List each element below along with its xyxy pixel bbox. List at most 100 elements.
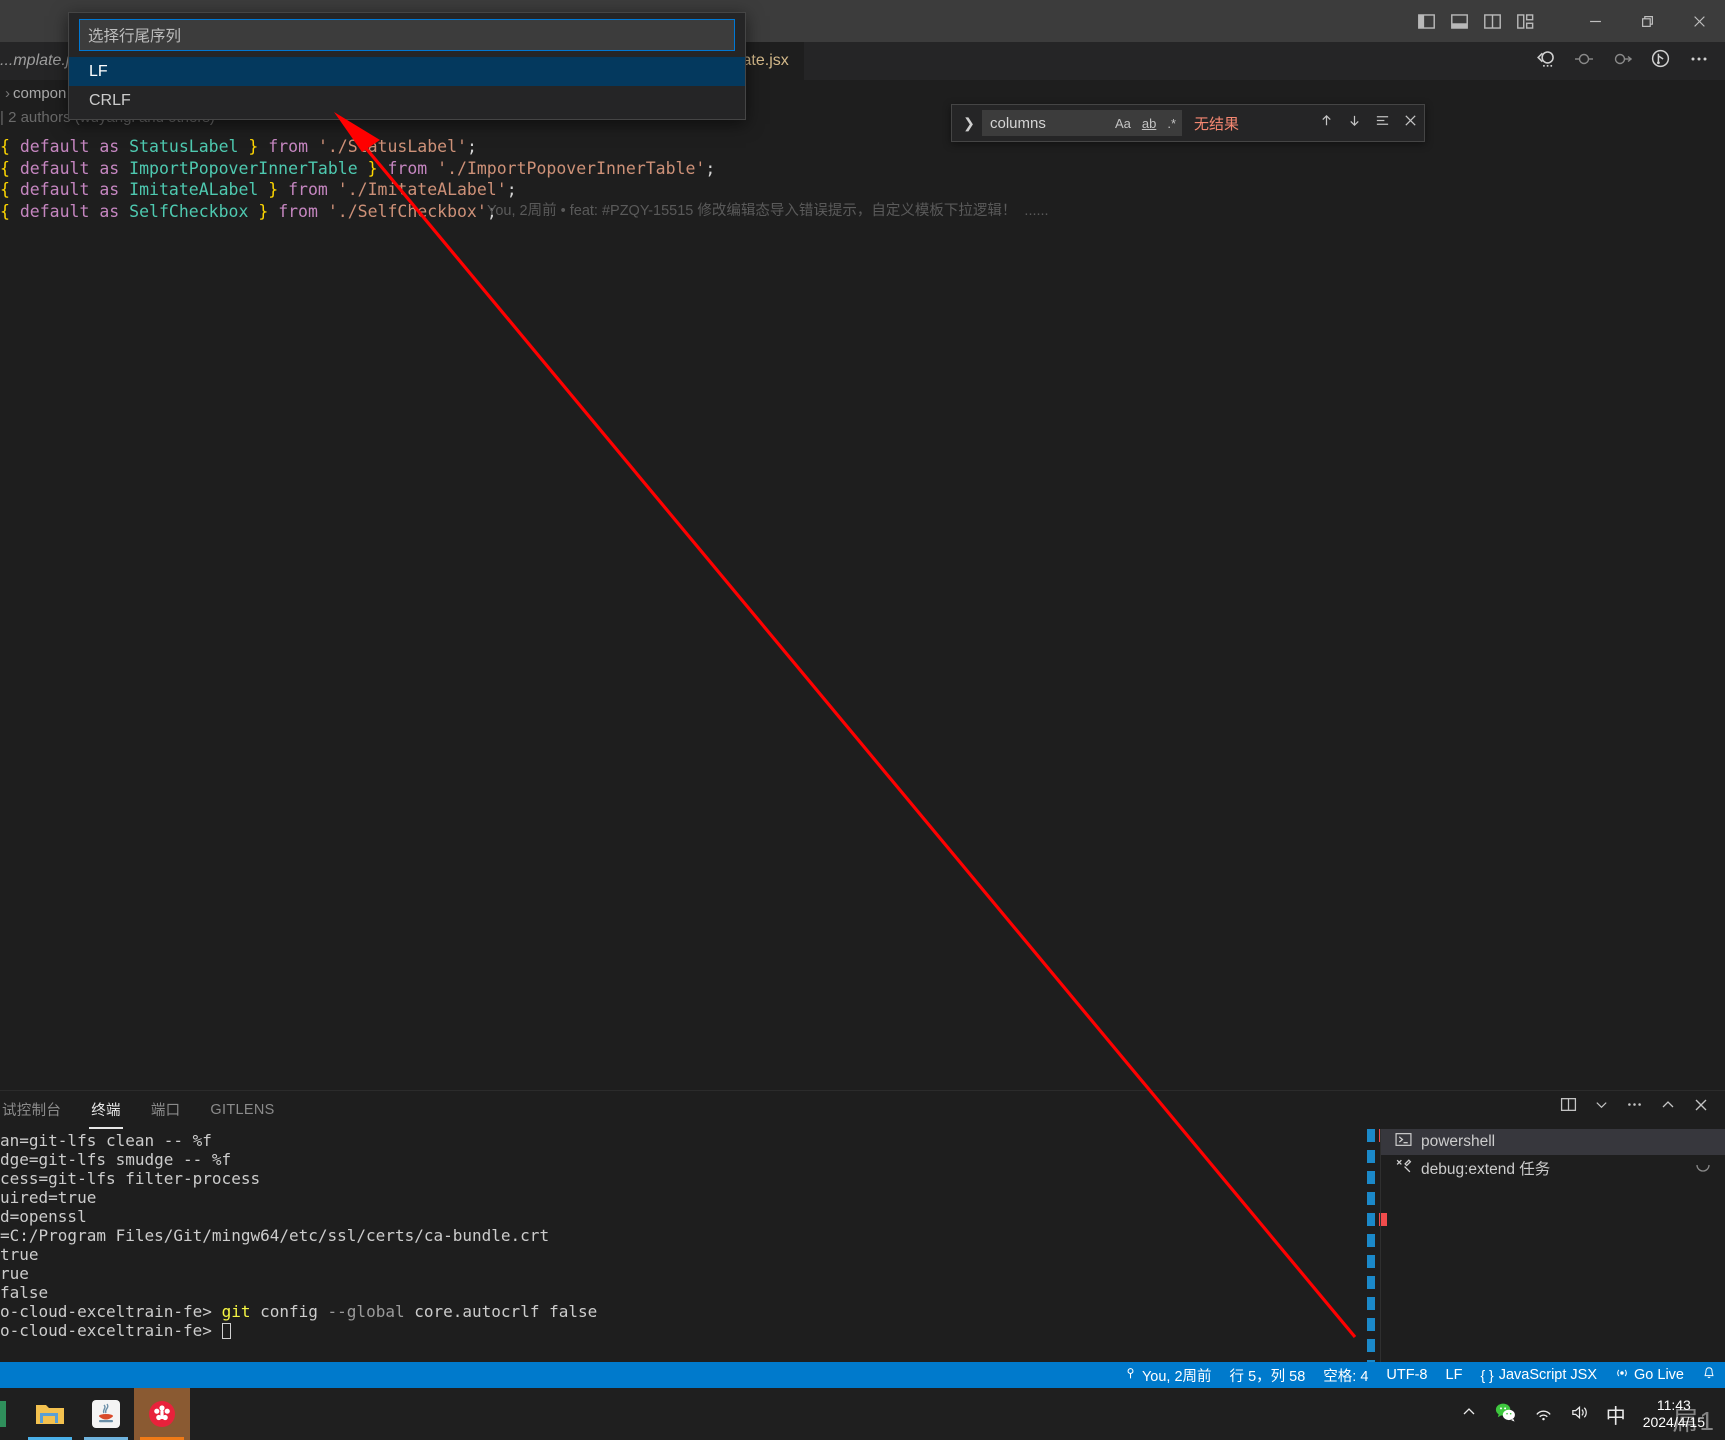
customize-layout-icon[interactable] xyxy=(1516,12,1535,31)
layout-controls xyxy=(1417,12,1535,31)
status-eol[interactable]: LF xyxy=(1437,1362,1472,1388)
gitlens-blame-icon xyxy=(1124,1367,1137,1384)
code-token: ; xyxy=(705,158,716,178)
status-go-live[interactable]: Go Live xyxy=(1606,1362,1693,1388)
breadcrumb-segment[interactable]: compon xyxy=(13,85,66,102)
window-close-button[interactable] xyxy=(1673,0,1725,42)
find-option-icons: Aa ab .* xyxy=(1113,115,1178,132)
terminal-instance-list: powershell debug:extend 任务 xyxy=(1380,1129,1725,1365)
find-input-wrapper[interactable]: columns Aa ab .* xyxy=(982,110,1182,136)
code-editor-content[interactable]: { default as StatusLabel } from './Statu… xyxy=(0,136,1725,222)
terminal-line: dge=git-lfs smudge -- %f xyxy=(0,1150,1350,1169)
quick-pick-option-lf[interactable]: LF xyxy=(69,57,745,86)
command-decoration-mark xyxy=(1367,1150,1375,1163)
taskbar-edge-item[interactable] xyxy=(0,1388,22,1440)
wechat-icon[interactable] xyxy=(1494,1401,1517,1428)
code-token: ImitateALabel xyxy=(129,180,269,199)
bottom-panel: 试控制台 终端 端口 GITLENS an=git-lfs clean -- %… xyxy=(0,1090,1725,1373)
terminal-list-item-label: debug:extend 任务 xyxy=(1421,1161,1551,1178)
close-find-icon[interactable] xyxy=(1403,113,1418,133)
find-navigation xyxy=(1319,113,1418,133)
code-token: } xyxy=(258,201,279,221)
terminal-text: o-cloud-exceltrain-fe> xyxy=(0,1321,222,1340)
quick-pick-option-crlf[interactable]: CRLF xyxy=(69,86,745,115)
more-actions-icon[interactable] xyxy=(1626,1096,1643,1118)
network-wifi-icon[interactable] xyxy=(1534,1403,1553,1426)
code-line[interactable]: { default as SelfCheckbox } from './Self… xyxy=(0,201,1725,223)
find-widget: ❯ columns Aa ab .* 无结果 xyxy=(951,104,1425,142)
volume-icon[interactable] xyxy=(1570,1403,1589,1426)
status-encoding[interactable]: UTF-8 xyxy=(1377,1362,1436,1388)
status-encoding-label: UTF-8 xyxy=(1386,1367,1428,1383)
previous-match-icon[interactable] xyxy=(1319,113,1334,133)
terminal-text: cess=git-lfs filter-process xyxy=(0,1169,261,1188)
terminal-line: false xyxy=(0,1283,1350,1302)
run-and-debug-icon[interactable] xyxy=(1650,48,1671,74)
code-token: default xyxy=(19,137,100,156)
quick-pick-input-wrapper: 选择行尾序列 xyxy=(69,19,745,57)
terminal-text: false xyxy=(0,1283,49,1302)
next-match-icon[interactable] xyxy=(1347,113,1362,133)
split-right-icon[interactable] xyxy=(1612,49,1633,74)
launch-profile-chevron-icon[interactable] xyxy=(1594,1097,1609,1117)
panel-tab-gitlens[interactable]: GITLENS xyxy=(208,1094,276,1127)
terminal-list-item[interactable]: debug:extend 任务 xyxy=(1381,1155,1725,1181)
panel-tab-terminal[interactable]: 终端 xyxy=(89,1091,123,1129)
maximize-panel-icon[interactable] xyxy=(1660,1097,1676,1118)
panel-tab-debug-console[interactable]: 试控制台 xyxy=(0,1091,63,1129)
code-line[interactable]: { default as ImportPopoverInnerTable } f… xyxy=(0,158,1725,180)
primary-sidebar-toggle-icon[interactable] xyxy=(1417,12,1436,31)
status-notifications[interactable] xyxy=(1693,1362,1725,1388)
status-cursor-label: 行 5，列 58 xyxy=(1229,1368,1306,1385)
panel-toggle-icon[interactable] xyxy=(1450,12,1469,31)
use-regex-icon[interactable]: .* xyxy=(1165,115,1178,132)
match-case-icon[interactable]: Aa xyxy=(1113,115,1133,132)
taskbar-item-file-explorer[interactable] xyxy=(22,1388,78,1440)
code-line[interactable]: { default as StatusLabel } from './Statu… xyxy=(0,136,1725,158)
taskbar-clock[interactable]: 11:43 2024/4/15 xyxy=(1643,1397,1713,1431)
ime-chinese-icon[interactable]: 中 xyxy=(1606,1400,1626,1429)
find-in-selection-icon[interactable] xyxy=(1375,113,1390,133)
split-terminal-icon[interactable] xyxy=(1560,1096,1577,1118)
command-decoration-mark xyxy=(1367,1213,1375,1226)
terminal-list-item-label: powershell xyxy=(1421,1133,1496,1150)
status-language-mode[interactable]: { } JavaScript JSX xyxy=(1471,1362,1606,1388)
quick-pick-eol-selector: 选择行尾序列 LF CRLF xyxy=(68,12,746,120)
status-indentation[interactable]: 空格: 4 xyxy=(1314,1362,1377,1388)
code-token: { xyxy=(0,137,20,156)
match-whole-word-icon[interactable]: ab xyxy=(1140,115,1158,132)
terminal-text: dge=git-lfs smudge -- %f xyxy=(0,1150,232,1169)
vscode-window: ...mplate.jsx ...ex.jsx ...\ImportPopove… xyxy=(0,0,1725,1440)
code-token: } xyxy=(248,137,269,156)
window-minimize-button[interactable] xyxy=(1569,0,1621,42)
window-restore-button[interactable] xyxy=(1621,0,1673,42)
gitlens-toggle-icon[interactable] xyxy=(1535,48,1556,74)
terminal-command-decorations xyxy=(1367,1129,1387,1373)
show-hidden-icons-chevron-icon[interactable] xyxy=(1461,1404,1477,1424)
terminal-line: uired=true xyxy=(0,1188,1350,1207)
secondary-sidebar-toggle-icon[interactable] xyxy=(1483,12,1502,31)
terminal-output[interactable]: an=git-lfs clean -- %f dge=git-lfs smudge… xyxy=(0,1129,1350,1365)
editor-action-bar xyxy=(1519,42,1725,80)
find-result-count: 无结果 xyxy=(1194,115,1240,133)
more-actions-icon[interactable] xyxy=(1689,49,1709,74)
quick-pick-input[interactable]: 选择行尾序列 xyxy=(79,19,735,51)
terminal-text: core.autocrlf false xyxy=(404,1302,598,1321)
panel-tab-ports[interactable]: 端口 xyxy=(149,1091,183,1129)
close-panel-icon[interactable] xyxy=(1693,1097,1709,1118)
status-blame[interactable]: You, 2周前 xyxy=(1115,1362,1221,1388)
code-token: from xyxy=(278,201,328,221)
taskbar-item-java[interactable] xyxy=(78,1388,134,1440)
code-token: { xyxy=(0,201,20,221)
command-decoration-mark xyxy=(1367,1297,1375,1310)
chevron-right-icon[interactable]: ❯ xyxy=(958,115,980,132)
split-left-icon[interactable] xyxy=(1574,49,1594,74)
status-cursor-position[interactable]: 行 5，列 58 xyxy=(1221,1362,1315,1388)
find-input[interactable]: columns xyxy=(990,115,1113,132)
taskbar-item-app-red[interactable] xyxy=(134,1388,190,1440)
status-bar: You, 2周前 行 5，列 58 空格: 4 UTF-8 LF { } Jav… xyxy=(0,1362,1725,1388)
code-line[interactable]: { default as ImitateALabel } from './Imi… xyxy=(0,179,1725,201)
terminal-list-item[interactable]: powershell xyxy=(1381,1129,1725,1155)
code-token: ImportPopoverInnerTable xyxy=(129,158,368,178)
command-decoration-mark xyxy=(1367,1255,1375,1268)
